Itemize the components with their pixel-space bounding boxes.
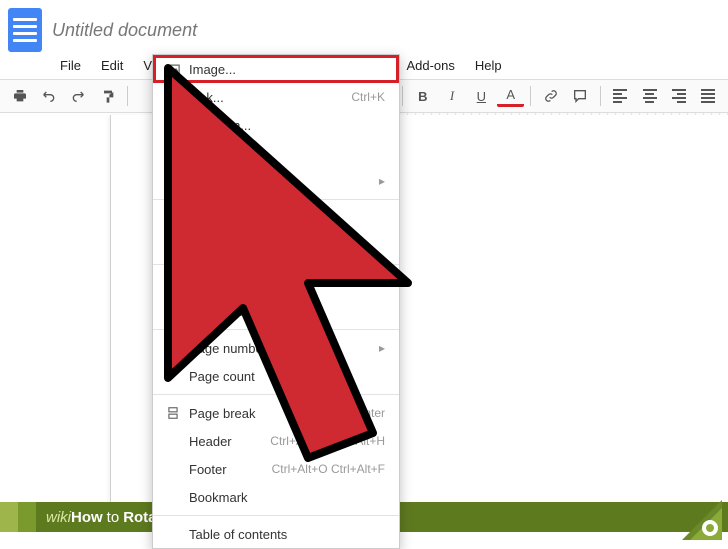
insert-page-count-label: Page count	[183, 369, 385, 384]
insert-footer-item[interactable]: Footer Ctrl+Alt+O Ctrl+Alt+F	[153, 455, 399, 483]
blank-icon	[163, 368, 183, 384]
toolbar-separator	[600, 86, 601, 106]
insert-horizontal-line-label: Horizontal line	[183, 304, 385, 319]
insert-special-chars-item[interactable]: Ω Special characters...	[153, 269, 399, 297]
insert-page-break-item[interactable]: Page break Ctrl+Enter	[153, 399, 399, 427]
menu-divider	[153, 199, 399, 200]
align-left-icon	[613, 89, 627, 103]
paint-roller-icon	[100, 88, 116, 104]
insert-equation-item[interactable]: π² Equation...	[153, 111, 399, 139]
insert-footer-shortcut: Ctrl+Alt+O Ctrl+Alt+F	[272, 462, 385, 476]
submenu-arrow-icon: ▸	[379, 341, 385, 355]
insert-header-shortcut: Ctrl+Alt+O Ctrl+Alt+H	[270, 434, 385, 448]
insert-drawing-item[interactable]: Drawing...	[153, 139, 399, 167]
omega-icon: Ω	[163, 275, 183, 291]
insert-drawing-label: Drawing...	[183, 146, 385, 161]
text-color-button[interactable]: A	[497, 86, 524, 107]
insert-footnote-item[interactable]: Footnote	[153, 232, 399, 260]
insert-link-shortcut: Ctrl+K	[351, 90, 385, 104]
menu-file[interactable]: File	[50, 54, 91, 79]
docs-logo[interactable]	[8, 8, 42, 52]
align-left-button[interactable]	[607, 84, 634, 108]
insert-bookmark-label: Bookmark	[183, 490, 385, 505]
insert-toc-item[interactable]: Table of contents	[153, 520, 399, 548]
insert-table-item[interactable]: Table ▸	[153, 167, 399, 195]
image-icon	[163, 61, 183, 77]
menu-divider	[153, 329, 399, 330]
align-justify-icon	[701, 89, 715, 103]
insert-comment-label: Comment	[183, 211, 385, 226]
redo-icon	[70, 88, 86, 104]
link-icon	[163, 89, 183, 105]
undo-icon	[41, 88, 57, 104]
insert-horizontal-line-item[interactable]: — Horizontal line	[153, 297, 399, 325]
drawing-icon	[163, 145, 183, 161]
insert-footer-label: Footer	[183, 462, 272, 477]
insert-link-item[interactable]: Link... Ctrl+K	[153, 83, 399, 111]
align-justify-button[interactable]	[695, 84, 722, 108]
comment-icon	[163, 210, 183, 226]
insert-page-break-shortcut: Ctrl+Enter	[331, 406, 385, 420]
toolbar-separator	[402, 86, 403, 106]
insert-header-label: Header	[183, 434, 270, 449]
comment-icon	[572, 88, 588, 104]
document-title[interactable]: Untitled document	[52, 20, 197, 41]
insert-image-item[interactable]: Image...	[153, 55, 399, 83]
menu-divider	[153, 394, 399, 395]
menu-divider	[153, 264, 399, 265]
insert-special-chars-label: Special characters...	[183, 276, 385, 291]
blank-icon	[163, 340, 183, 356]
blank-icon	[163, 526, 183, 542]
equation-icon: π²	[163, 117, 183, 133]
insert-dropdown: Image... Link... Ctrl+K π² Equation... D…	[152, 54, 400, 549]
blank-icon	[163, 461, 183, 477]
insert-page-number-label: Page number	[183, 341, 379, 356]
insert-page-number-item[interactable]: Page number ▸	[153, 334, 399, 362]
insert-image-label: Image...	[183, 62, 385, 77]
insert-equation-label: Equation...	[183, 118, 385, 133]
wikihow-brand: wikiHow	[46, 509, 103, 526]
insert-comment-item: Comment	[153, 204, 399, 232]
insert-page-count-item[interactable]: Page count	[153, 362, 399, 390]
toolbar-separator	[127, 86, 128, 106]
menu-edit[interactable]: Edit	[91, 54, 133, 79]
toolbar-separator	[530, 86, 531, 106]
insert-page-break-label: Page break	[183, 406, 331, 421]
redo-button[interactable]	[65, 84, 92, 108]
table-icon	[163, 173, 183, 189]
insert-table-label: Table	[183, 174, 379, 189]
wikihow-corner-badge	[682, 500, 722, 540]
insert-footnote-label: Footnote	[183, 239, 385, 254]
submenu-arrow-icon: ▸	[379, 174, 385, 188]
insert-link-button[interactable]	[537, 84, 564, 108]
bold-button[interactable]: B	[409, 84, 436, 108]
align-center-button[interactable]	[636, 84, 663, 108]
print-button[interactable]	[6, 84, 33, 108]
paint-format-button[interactable]	[94, 84, 121, 108]
insert-bookmark-item[interactable]: Bookmark	[153, 483, 399, 511]
insert-comment-button[interactable]	[567, 84, 594, 108]
insert-toc-label: Table of contents	[183, 527, 385, 542]
blank-icon	[163, 433, 183, 449]
italic-button[interactable]: I	[438, 84, 465, 108]
horizontal-line-icon: —	[163, 303, 183, 319]
insert-link-label: Link...	[183, 90, 351, 105]
menu-addons[interactable]: Add-ons	[396, 54, 464, 79]
article-prefix: to	[107, 509, 120, 526]
align-right-button[interactable]	[665, 84, 692, 108]
menu-divider	[153, 515, 399, 516]
link-icon	[543, 88, 559, 104]
undo-button[interactable]	[35, 84, 62, 108]
blank-icon	[163, 489, 183, 505]
align-right-icon	[672, 89, 686, 103]
menu-help[interactable]: Help	[465, 54, 512, 79]
align-center-icon	[643, 89, 657, 103]
insert-header-item[interactable]: Header Ctrl+Alt+O Ctrl+Alt+H	[153, 427, 399, 455]
print-icon	[12, 88, 28, 104]
underline-button[interactable]: U	[468, 84, 495, 108]
page-break-icon	[163, 405, 183, 421]
footnote-icon	[163, 238, 183, 254]
